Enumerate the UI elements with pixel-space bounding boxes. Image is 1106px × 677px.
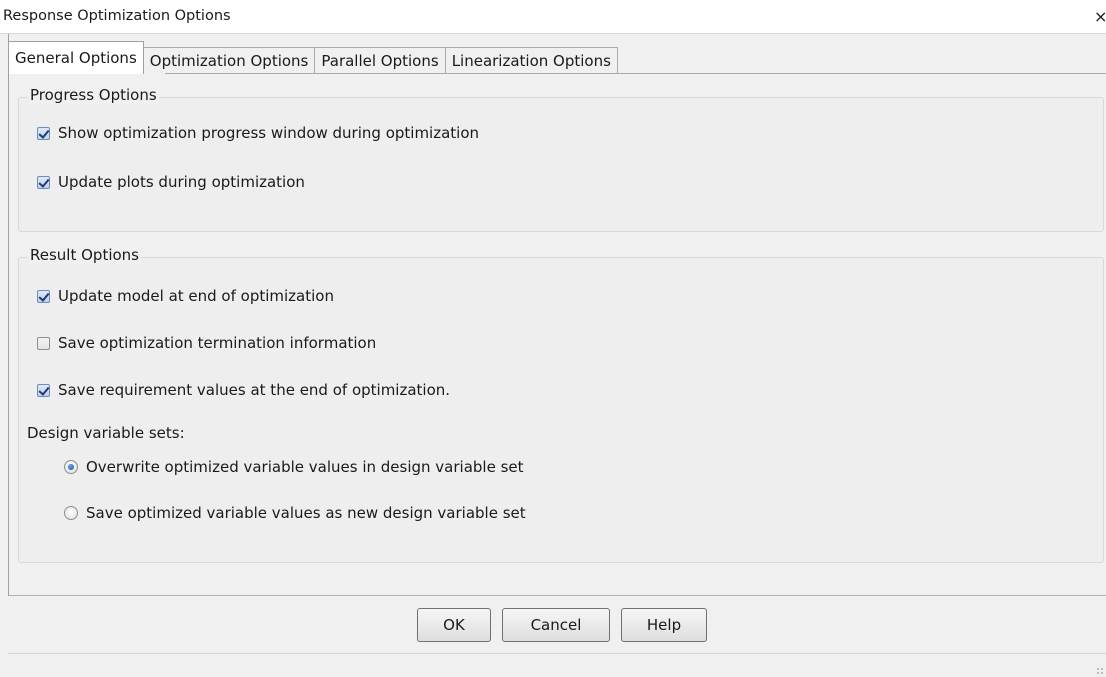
show-progress-window-checkbox[interactable]	[37, 126, 50, 140]
help-button[interactable]: Help	[621, 608, 707, 642]
progress-options-title: Progress Options	[28, 86, 159, 104]
tab-general-options[interactable]: General Options	[8, 41, 144, 74]
tab-strip: General Options Optimization Options Par…	[8, 40, 618, 74]
save-requirement-values-checkbox[interactable]	[37, 383, 50, 397]
save-termination-info-label: Save optimization termination informatio…	[58, 334, 377, 352]
result-options-title: Result Options	[28, 246, 141, 264]
progress-options-group: Progress Options	[18, 86, 1104, 232]
save-termination-info-option[interactable]: Save optimization termination informatio…	[37, 333, 376, 353]
close-icon[interactable]: ×	[1094, 7, 1106, 26]
save-as-new-set-option[interactable]: Save optimized variable values as new de…	[64, 503, 526, 523]
update-plots-option[interactable]: Update plots during optimization	[37, 172, 305, 192]
update-model-option[interactable]: Update model at end of optimization	[37, 286, 334, 306]
update-plots-checkbox[interactable]	[37, 175, 50, 189]
show-progress-window-option[interactable]: Show optimization progress window during…	[37, 123, 479, 143]
tab-parallel-options[interactable]: Parallel Options	[314, 47, 446, 74]
save-termination-info-checkbox[interactable]	[37, 336, 50, 350]
cancel-button[interactable]: Cancel	[502, 608, 610, 642]
save-as-new-set-label: Save optimized variable values as new de…	[86, 504, 526, 522]
design-variable-sets-text: Design variable sets:	[27, 424, 185, 442]
resize-grip-icon[interactable]	[1096, 667, 1104, 675]
update-plots-label: Update plots during optimization	[58, 173, 305, 191]
show-progress-window-label: Show optimization progress window during…	[58, 124, 480, 142]
tab-linearization-options[interactable]: Linearization Options	[444, 47, 618, 74]
overwrite-variable-values-option[interactable]: Overwrite optimized variable values in d…	[64, 457, 524, 477]
tab-optimization-options[interactable]: Optimization Options	[142, 47, 316, 74]
update-model-checkbox[interactable]	[37, 289, 50, 303]
save-as-new-set-radio[interactable]	[64, 506, 78, 520]
design-variable-sets-label: Design variable sets:	[27, 423, 185, 443]
overwrite-variable-values-label: Overwrite optimized variable values in d…	[86, 458, 524, 476]
ok-button[interactable]: OK	[417, 608, 491, 642]
tab-divider	[165, 73, 1106, 74]
update-model-label: Update model at end of optimization	[58, 287, 334, 305]
status-divider	[8, 653, 1106, 654]
save-requirement-values-option[interactable]: Save requirement values at the end of op…	[37, 380, 450, 400]
window-title: Response Optimization Options	[3, 8, 231, 24]
overwrite-variable-values-radio[interactable]	[64, 460, 78, 474]
save-requirement-values-label: Save requirement values at the end of op…	[58, 381, 451, 399]
title-bar: Response Optimization Options ×	[0, 0, 1106, 34]
